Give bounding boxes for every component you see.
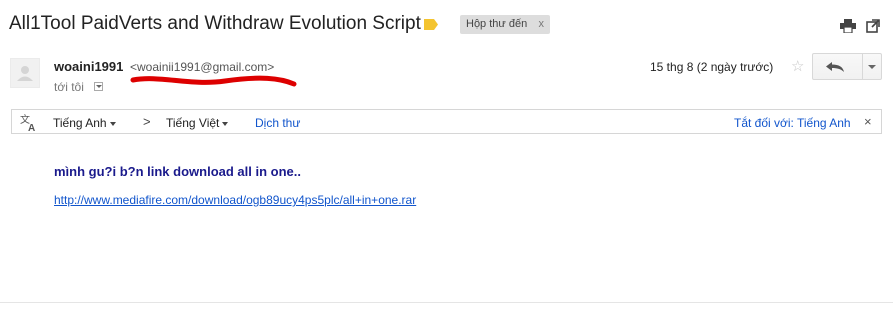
target-language-label: Tiếng Việt <box>166 116 220 130</box>
reply-button-group <box>812 53 882 80</box>
red-scribble-mark <box>130 75 297 87</box>
chevron-down-icon <box>222 121 229 126</box>
target-language-dropdown[interactable]: Tiếng Việt <box>166 116 229 130</box>
translate-icon: 文 A <box>20 113 35 132</box>
reply-icon <box>826 62 844 72</box>
sender-name[interactable]: woaini1991 <box>54 59 123 74</box>
source-language-dropdown[interactable]: Tiếng Anh <box>53 116 116 130</box>
label-tag-icon[interactable] <box>424 19 438 30</box>
svg-text:A: A <box>28 123 35 132</box>
remove-label-button[interactable]: x <box>539 15 545 34</box>
turn-off-translation-link[interactable]: Tắt đối với: Tiếng Anh <box>734 116 851 130</box>
star-icon[interactable]: ☆ <box>791 57 804 75</box>
chevron-right-icon: > <box>143 114 151 129</box>
inbox-label-text: Hộp thư đến <box>466 18 528 30</box>
divider <box>0 302 893 303</box>
email-date: 15 thg 8 (2 ngày trước) <box>650 60 774 74</box>
sender-avatar <box>10 58 40 88</box>
recipient-label: tới tôi <box>54 80 84 94</box>
email-subject: All1Tool PaidVerts and Withdraw Evolutio… <box>9 13 421 34</box>
translate-message-link[interactable]: Dịch thư <box>255 116 300 130</box>
download-link[interactable]: http://www.mediafire.com/download/ogb89u… <box>54 193 416 207</box>
new-window-icon[interactable] <box>866 19 880 33</box>
recipient-details-dropdown[interactable] <box>94 82 103 91</box>
more-actions-button[interactable] <box>863 54 881 79</box>
source-language-label: Tiếng Anh <box>53 116 107 130</box>
chevron-down-icon <box>109 121 116 126</box>
message-body-text: mình gu?i b?n link download all in one.. <box>54 164 301 179</box>
inbox-label-chip[interactable]: Hộp thư đến x <box>460 15 550 34</box>
close-translate-bar-icon[interactable]: × <box>864 114 872 129</box>
person-icon <box>17 66 33 81</box>
print-icon[interactable] <box>840 19 856 33</box>
reply-button[interactable] <box>813 54 862 79</box>
